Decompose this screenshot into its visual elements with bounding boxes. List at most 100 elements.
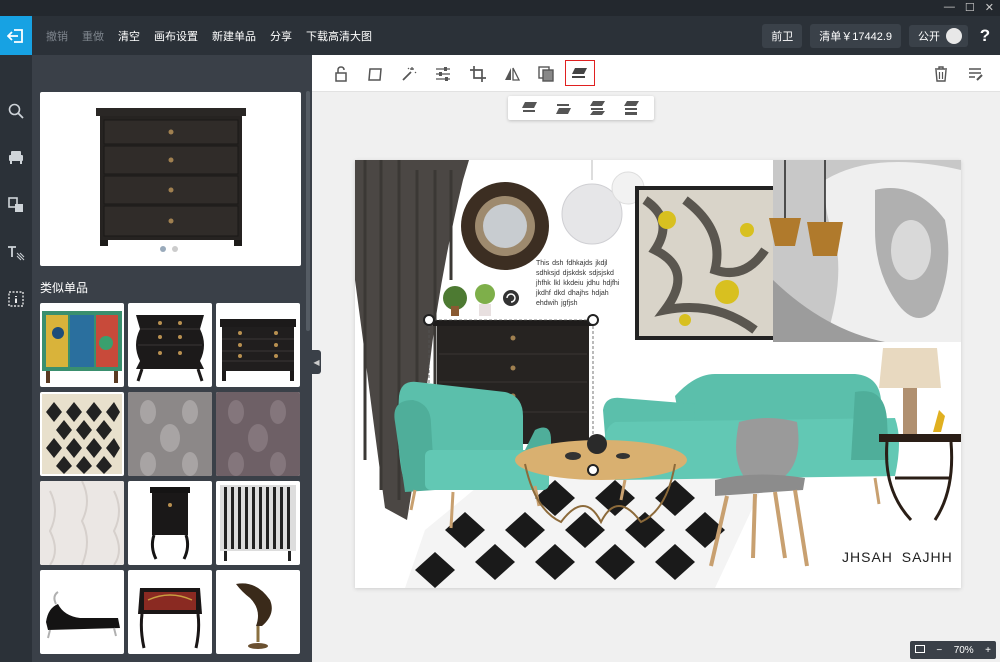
edit-toolbar (312, 55, 1000, 92)
tile-painted-cabinet[interactable] (40, 303, 124, 387)
layer-order-tool[interactable] (565, 60, 595, 86)
canvas-settings-button[interactable]: 画布设置 (154, 28, 198, 44)
fit-screen-button[interactable] (915, 644, 925, 656)
zoom-out-button[interactable]: − (936, 645, 942, 656)
text-tool[interactable] (0, 237, 32, 269)
tile-black-chaise-lounge[interactable] (40, 570, 124, 654)
maximize-button[interactable]: ☐ (965, 1, 975, 14)
tile-gray-damask-rug[interactable] (128, 392, 212, 476)
send-backward-icon (590, 101, 605, 115)
title-bar: — ☐ ✕ (0, 0, 1000, 16)
help-button[interactable]: ? (976, 26, 994, 46)
tile-horn-sculpture[interactable] (216, 570, 300, 654)
distort-icon (368, 68, 382, 81)
carousel-dots[interactable] (160, 246, 178, 252)
crop-tool[interactable] (467, 63, 489, 85)
canvas-signature[interactable]: JHSAH SAJHH (842, 549, 953, 565)
sidebar-collapse-toggle[interactable]: ◀ (312, 350, 321, 374)
edit-notes-tool[interactable] (965, 63, 987, 85)
magic-wand-tool[interactable] (398, 63, 420, 85)
new-item-button[interactable]: 新建单品 (212, 28, 256, 44)
tile-purple-damask-rug[interactable] (216, 392, 300, 476)
nightstand-image (150, 487, 190, 560)
close-button[interactable]: ✕ (985, 1, 994, 14)
search-tool[interactable] (0, 95, 32, 127)
layer-order-submenu (508, 96, 654, 120)
distort-tool[interactable] (364, 63, 386, 85)
toggle-knob (946, 27, 962, 44)
tool-icon-bar (0, 55, 32, 662)
striped-cabinet-image (220, 485, 296, 561)
carousel-dot[interactable] (172, 246, 178, 252)
magic-wand-icon (402, 67, 417, 81)
info-tool[interactable] (0, 283, 32, 315)
tile-black-nightstand[interactable] (128, 481, 212, 565)
gray-damask-image (128, 392, 212, 476)
tile-black-bombe-chest[interactable] (128, 303, 212, 387)
canvas-text-block[interactable]: This dsh fdhkajds jkdjl sdhksjd djskdsk … (536, 259, 628, 309)
layers-icon (572, 68, 587, 78)
bring-to-front-icon (522, 102, 537, 112)
clear-button[interactable]: 清空 (118, 28, 140, 44)
ornate-desk-image (138, 588, 202, 649)
tile-black-ornate-dresser[interactable] (216, 303, 300, 387)
material-tool[interactable] (0, 189, 32, 221)
shopping-list-button[interactable]: 清单￥17442.9 (810, 23, 901, 48)
crop-icon (470, 66, 486, 82)
info-icon (8, 291, 24, 307)
exit-button[interactable] (0, 16, 32, 55)
sliders-icon (436, 67, 450, 81)
share-button[interactable]: 分享 (270, 28, 292, 44)
window-controls: — ☐ ✕ (944, 1, 994, 14)
redo-button[interactable]: 重做 (82, 28, 104, 44)
furniture-tool[interactable] (0, 141, 32, 173)
header-right-tools: 前卫 清单￥17442.9 公开 ? (762, 16, 994, 55)
exit-icon (7, 28, 23, 43)
edit-list-icon (969, 68, 983, 81)
undo-button[interactable]: 撤销 (46, 28, 68, 44)
send-backward-button[interactable] (590, 100, 606, 116)
chest-of-drawers-image (96, 108, 246, 246)
zoom-control: − 70% + (910, 641, 996, 659)
minimize-button[interactable]: — (944, 1, 955, 14)
download-hd-button[interactable]: 下载高清大图 (306, 28, 372, 44)
bring-forward-button[interactable] (556, 100, 572, 116)
duplicate-tool[interactable] (535, 63, 557, 85)
ornate-dresser-image (220, 319, 296, 381)
featured-item-preview[interactable] (40, 92, 301, 266)
tile-striped-cabinet[interactable] (216, 481, 300, 565)
armchair-icon (9, 151, 23, 164)
flip-tool[interactable] (501, 63, 523, 85)
similar-items-grid (40, 303, 302, 654)
send-to-back-button[interactable] (624, 100, 640, 116)
adjust-tool[interactable] (432, 63, 454, 85)
flip-icon (505, 67, 520, 81)
unlock-icon (335, 66, 347, 82)
trash-icon (935, 66, 947, 82)
style-tag-button[interactable]: 前卫 (762, 23, 803, 48)
public-toggle[interactable]: 公开 (909, 24, 968, 47)
zoom-in-button[interactable]: + (985, 645, 991, 656)
tile-ornate-black-desk[interactable] (128, 570, 212, 654)
carousel-dot-active[interactable] (160, 246, 166, 252)
tile-diamond-pattern-rug[interactable] (40, 392, 124, 476)
tile-white-damask-wallpaper[interactable] (40, 481, 124, 565)
bring-to-front-button[interactable] (522, 100, 538, 116)
diamond-rug-image (42, 394, 122, 474)
moodboard-canvas[interactable]: This dsh fdhkajds jkdjl sdhksjd djskdsk … (355, 160, 961, 588)
similar-items-title: 类似单品 (40, 281, 89, 295)
delete-tool[interactable] (930, 63, 952, 85)
search-icon (8, 103, 24, 119)
chevron-left-icon: ◀ (313, 357, 320, 367)
public-label: 公开 (918, 30, 940, 43)
white-damask-image (40, 481, 124, 565)
item-sidebar: 类似单品 (32, 55, 312, 662)
main-menu: 撤销 重做 清空 画布设置 新建单品 分享 下载高清大图 (46, 16, 386, 55)
bombe-chest-image (136, 315, 204, 382)
unlock-tool[interactable] (330, 63, 352, 85)
fit-screen-icon (915, 644, 925, 653)
sidebar-scrollbar[interactable] (306, 91, 310, 331)
purple-damask-image (216, 392, 300, 476)
painted-cabinet-image (42, 311, 122, 383)
zoom-level: 70% (953, 644, 974, 656)
